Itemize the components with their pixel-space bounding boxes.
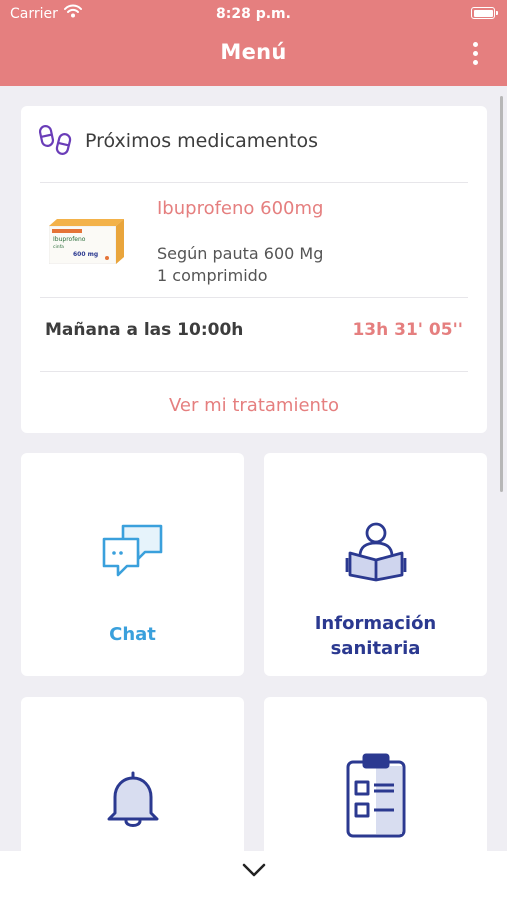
next-dose-time: Mañana a las 10:00h [45, 320, 244, 340]
drug-quantity: 1 comprimido [157, 266, 268, 285]
drug-regimen: Según pauta 600 Mg [157, 244, 324, 263]
scrollbar[interactable] [500, 96, 503, 492]
bottom-bar [0, 851, 507, 900]
health-information-tile[interactable]: Información sanitaria [264, 453, 487, 676]
chat-label: Chat [109, 624, 156, 645]
health-information-label: Información sanitaria [264, 611, 487, 661]
clock: 8:28 p.m. [216, 6, 291, 22]
section-title: Próximos medicamentos [85, 130, 318, 152]
chat-icon [102, 524, 162, 577]
view-treatment-link[interactable]: Ver mi tratamiento [21, 395, 487, 416]
chat-tile[interactable]: Chat [21, 453, 244, 676]
more-options-icon[interactable] [473, 42, 479, 66]
clipboard-checklist-icon [346, 753, 405, 838]
health-information-line2: sanitaria [330, 638, 421, 659]
divider [40, 182, 468, 183]
medication-box-image: Ibuprofeno cinfa 600 mg [49, 219, 124, 264]
box-dose-text: 600 mg [73, 251, 98, 258]
chevron-down-icon[interactable] [242, 863, 266, 877]
reading-person-icon [345, 522, 406, 582]
divider [40, 297, 468, 298]
page-title: Menú [220, 40, 287, 64]
status-bar: Carrier 8:28 p.m. [0, 0, 507, 28]
countdown-timer: 13h 31' 05'' [352, 320, 463, 340]
navigation-bar: Carrier 8:28 p.m. Menú [0, 0, 507, 86]
box-sub-text: cinfa [53, 244, 64, 250]
box-brand-text: Ibuprofeno [53, 236, 86, 243]
health-information-line1: Información [314, 613, 437, 634]
battery-icon [471, 7, 498, 19]
upcoming-medications-card: Próximos medicamentos Ibuprofeno cinfa 6… [21, 106, 487, 433]
bell-icon [107, 771, 158, 827]
divider [40, 371, 468, 372]
pills-icon [39, 124, 72, 155]
section-header: Próximos medicamentos [39, 124, 318, 158]
drug-name: Ibuprofeno 600mg [157, 198, 324, 219]
